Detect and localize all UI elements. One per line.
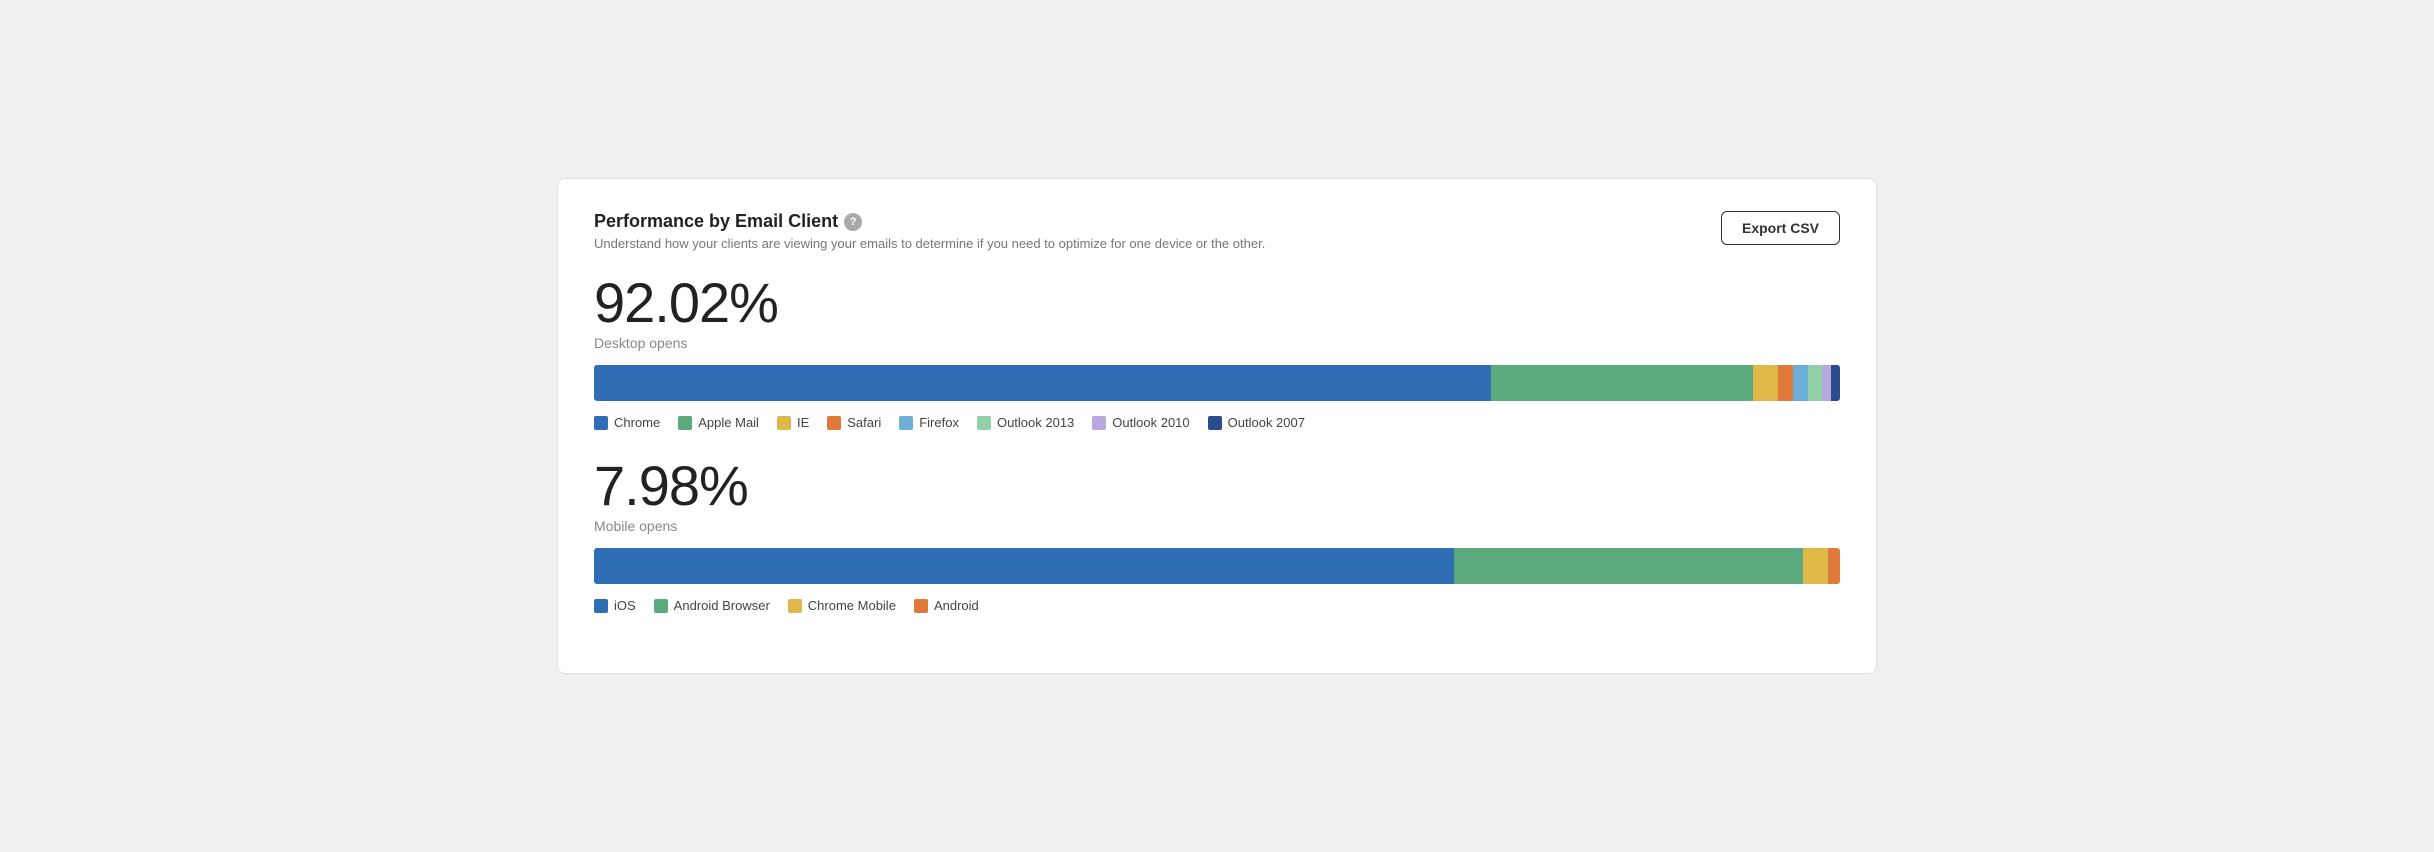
legend-color <box>914 599 928 613</box>
legend-item: Safari <box>827 415 881 430</box>
mobile-bar <box>594 548 1840 584</box>
mobile-section: 7.98% Mobile opens iOS Android Browser Chr… <box>594 458 1840 613</box>
legend-label: Android <box>934 598 979 613</box>
legend-item: Outlook 2013 <box>977 415 1074 430</box>
legend-color <box>777 416 791 430</box>
card-subtitle: Understand how your clients are viewing … <box>594 236 1265 251</box>
legend-label: Outlook 2010 <box>1112 415 1189 430</box>
legend-color <box>1092 416 1106 430</box>
bar-segment-outlook-2007 <box>1831 365 1840 401</box>
bar-segment-firefox <box>1793 365 1808 401</box>
title-text: Performance by Email Client <box>594 211 838 232</box>
legend-color <box>899 416 913 430</box>
legend-label: Outlook 2007 <box>1228 415 1305 430</box>
title-area: Performance by Email Client ? Understand… <box>594 211 1265 251</box>
legend-label: Firefox <box>919 415 959 430</box>
desktop-section: 92.02% Desktop opens Chrome Apple Mail IE S… <box>594 275 1840 430</box>
legend-label: iOS <box>614 598 636 613</box>
legend-color <box>977 416 991 430</box>
bar-segment-outlook-2010 <box>1822 365 1831 401</box>
bar-segment-android-browser <box>1454 548 1803 584</box>
bar-segment-ie <box>1753 365 1778 401</box>
legend-color <box>788 599 802 613</box>
legend-label: Outlook 2013 <box>997 415 1074 430</box>
bar-segment-outlook-2013 <box>1808 365 1823 401</box>
legend-color <box>654 599 668 613</box>
legend-color <box>594 599 608 613</box>
legend-color <box>678 416 692 430</box>
legend-color <box>827 416 841 430</box>
legend-label: Apple Mail <box>698 415 759 430</box>
legend-item: iOS <box>594 598 636 613</box>
legend-label: Android Browser <box>674 598 770 613</box>
legend-label: Chrome Mobile <box>808 598 896 613</box>
bar-segment-ios <box>594 548 1454 584</box>
mobile-legend: iOS Android Browser Chrome Mobile Android <box>594 598 1840 613</box>
desktop-legend: Chrome Apple Mail IE Safari Firefox Outlook 2… <box>594 415 1840 430</box>
legend-item: Chrome Mobile <box>788 598 896 613</box>
desktop-bar <box>594 365 1840 401</box>
legend-item: Android <box>914 598 979 613</box>
card-title: Performance by Email Client ? <box>594 211 1265 232</box>
legend-label: Safari <box>847 415 881 430</box>
export-csv-button[interactable]: Export CSV <box>1721 211 1840 245</box>
card-header: Performance by Email Client ? Understand… <box>594 211 1840 251</box>
legend-label: IE <box>797 415 809 430</box>
desktop-label: Desktop opens <box>594 335 1840 351</box>
legend-item: Chrome <box>594 415 660 430</box>
legend-item: Outlook 2010 <box>1092 415 1189 430</box>
legend-item: Firefox <box>899 415 959 430</box>
legend-item: Android Browser <box>654 598 770 613</box>
bar-segment-apple-mail <box>1491 365 1753 401</box>
mobile-label: Mobile opens <box>594 518 1840 534</box>
legend-color <box>594 416 608 430</box>
bar-segment-chrome-mobile <box>1803 548 1828 584</box>
mobile-percent: 7.98% <box>594 458 1840 514</box>
bar-segment-chrome <box>594 365 1491 401</box>
legend-item: Apple Mail <box>678 415 759 430</box>
performance-card: Performance by Email Client ? Understand… <box>557 178 1877 674</box>
legend-item: IE <box>777 415 809 430</box>
bar-segment-android <box>1828 548 1840 584</box>
help-icon[interactable]: ? <box>844 213 862 231</box>
desktop-percent: 92.02% <box>594 275 1840 331</box>
bar-segment-safari <box>1778 365 1793 401</box>
legend-label: Chrome <box>614 415 660 430</box>
legend-item: Outlook 2007 <box>1208 415 1305 430</box>
legend-color <box>1208 416 1222 430</box>
